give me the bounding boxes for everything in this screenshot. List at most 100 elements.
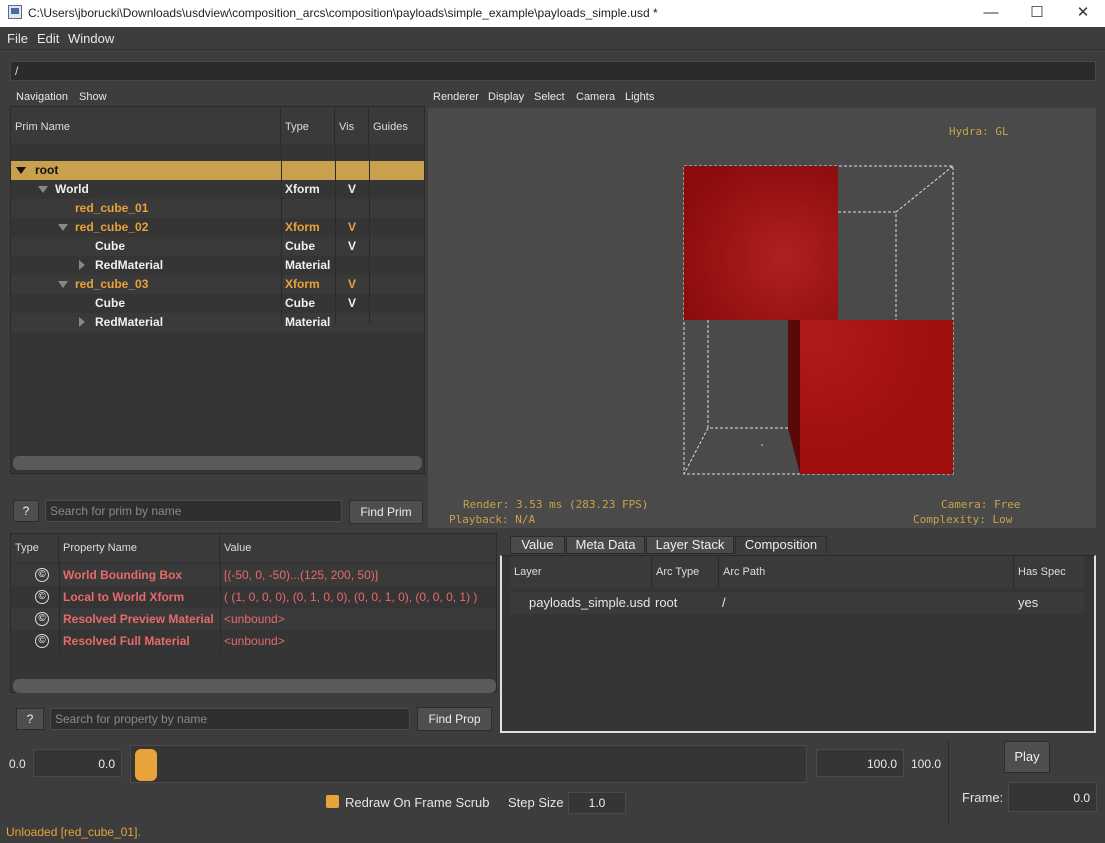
prim-vis[interactable]: V	[348, 182, 356, 196]
hud-playback: Playback: N/A	[449, 513, 536, 526]
timeline-bar: 0.0 0.0 100.0 100.0 Play Redraw On Frame…	[0, 740, 1105, 824]
column-vis[interactable]: Vis	[335, 107, 369, 144]
property-row[interactable]: © Resolved Preview Material <unbound>	[11, 608, 496, 630]
tab-value[interactable]: Value	[510, 536, 565, 554]
column-arc-type[interactable]: Arc Type	[652, 556, 719, 588]
menu-display[interactable]: Display	[488, 91, 524, 103]
menu-bar: File Edit Window	[0, 27, 1105, 50]
property-name: World Bounding Box	[63, 568, 183, 582]
property-help-button[interactable]: ?	[16, 708, 44, 730]
prim-name: Cube	[95, 239, 125, 253]
prim-name: red_cube_02	[75, 220, 149, 234]
composition-table[interactable]: Layer Arc Type Arc Path Has Spec payload…	[500, 555, 1096, 733]
tree-row-red-cube-03[interactable]: red_cube_03 Xform V	[11, 275, 424, 294]
tree-row-red-material[interactable]: RedMaterial Material	[11, 313, 424, 332]
prim-name: RedMaterial	[95, 258, 164, 272]
collapse-icon[interactable]	[58, 224, 68, 231]
menu-select[interactable]: Select	[534, 91, 565, 103]
find-prim-button[interactable]: Find Prim	[349, 500, 423, 524]
cube-shape	[800, 320, 953, 474]
property-table[interactable]: Type Property Name Value © World Boundin…	[10, 533, 497, 693]
menu-lights[interactable]: Lights	[625, 91, 654, 103]
tree-row-red-cube-01[interactable]: red_cube_01	[11, 199, 424, 218]
start-frame-label: 0.0	[9, 757, 26, 771]
prim-path-field[interactable]: /	[10, 61, 1096, 81]
horizontal-scrollbar[interactable]	[13, 456, 422, 470]
step-size-field[interactable]: 1.0	[568, 792, 626, 814]
collapse-icon[interactable]	[58, 281, 68, 288]
column-type[interactable]: Type	[281, 107, 335, 144]
expand-icon[interactable]	[79, 317, 85, 327]
property-search-input[interactable]: Search for property by name	[50, 708, 410, 730]
prim-vis[interactable]: V	[348, 277, 356, 291]
close-button[interactable]: ✕	[1060, 0, 1105, 27]
column-divider	[369, 144, 370, 324]
column-has-spec[interactable]: Has Spec	[1014, 556, 1084, 588]
computed-icon: ©	[35, 634, 49, 648]
menu-renderer[interactable]: Renderer	[433, 91, 479, 103]
tab-meta-data[interactable]: Meta Data	[566, 536, 645, 554]
find-prop-button[interactable]: Find Prop	[417, 707, 492, 731]
menu-file[interactable]: File	[7, 31, 28, 46]
column-guides[interactable]: Guides	[369, 107, 424, 144]
redraw-checkbox[interactable]	[326, 795, 339, 808]
property-row[interactable]: © Local to World Xform ( (1, 0, 0, 0), (…	[11, 586, 496, 608]
menu-edit[interactable]: Edit	[37, 31, 59, 46]
prim-help-button[interactable]: ?	[13, 500, 39, 522]
end-frame-field[interactable]: 100.0	[816, 749, 904, 777]
property-row[interactable]: © Resolved Full Material <unbound>	[11, 630, 496, 652]
frame-field[interactable]: 0.0	[1008, 782, 1097, 812]
frame-slider[interactable]	[130, 745, 807, 783]
tree-row-red-material[interactable]: RedMaterial Material	[11, 256, 424, 275]
prim-name: root	[35, 163, 59, 177]
column-type[interactable]: Type	[11, 534, 59, 562]
prim-name: World	[55, 182, 89, 196]
frame-label: Frame:	[962, 790, 1004, 805]
prim-vis[interactable]: V	[348, 296, 356, 310]
redraw-label: Redraw On Frame Scrub	[345, 795, 490, 810]
prim-tree[interactable]: Prim Name Type Vis Guides root World Xfo…	[10, 106, 425, 474]
tree-row-cube[interactable]: Cube Cube V	[11, 237, 424, 256]
property-panel: Type Property Name Value © World Boundin…	[10, 533, 497, 738]
tree-row-cube[interactable]: Cube Cube V	[11, 294, 424, 313]
tab-layer-stack[interactable]: Layer Stack	[646, 536, 734, 554]
menu-window[interactable]: Window	[68, 31, 114, 46]
column-layer[interactable]: Layer	[510, 556, 652, 588]
menu-camera[interactable]: Camera	[576, 91, 615, 103]
column-divider	[335, 144, 336, 324]
composition-row[interactable]: payloads_simple.usd root / yes	[510, 592, 1084, 614]
property-name: Resolved Full Material	[63, 634, 190, 648]
property-name: Resolved Preview Material	[63, 612, 214, 626]
column-property-name[interactable]: Property Name	[59, 534, 220, 562]
computed-icon: ©	[35, 590, 49, 604]
prim-vis[interactable]: V	[348, 239, 356, 253]
column-prim-name[interactable]: Prim Name	[11, 107, 281, 144]
minimize-button[interactable]: —	[968, 0, 1014, 27]
prim-search-input[interactable]: Search for prim by name	[45, 500, 342, 522]
tree-row-root[interactable]: root	[11, 161, 424, 180]
3d-viewport[interactable]: Hydra: GL Render: 3.53 ms (283.23 FPS) P…	[428, 108, 1096, 528]
play-button[interactable]: Play	[1004, 741, 1050, 773]
start-frame-field[interactable]: 0.0	[33, 749, 122, 777]
prim-type: Cube	[285, 239, 315, 253]
column-value[interactable]: Value	[220, 534, 496, 562]
prim-name: red_cube_03	[75, 277, 149, 291]
property-row[interactable]: © World Bounding Box [(-50, 0, -50)...(1…	[11, 564, 496, 586]
tree-row-red-cube-02[interactable]: red_cube_02 Xform V	[11, 218, 424, 237]
expand-icon[interactable]	[79, 260, 85, 270]
collapse-icon[interactable]	[38, 186, 48, 193]
menu-show[interactable]: Show	[79, 91, 107, 103]
scene-render	[683, 165, 954, 475]
menu-navigation[interactable]: Navigation	[16, 91, 68, 103]
slider-handle[interactable]	[135, 749, 157, 781]
prim-vis[interactable]: V	[348, 220, 356, 234]
column-arc-path[interactable]: Arc Path	[719, 556, 1014, 588]
horizontal-scrollbar[interactable]	[13, 679, 496, 693]
prim-type: Material	[285, 258, 331, 272]
collapse-icon[interactable]	[16, 167, 26, 174]
tab-composition[interactable]: Composition	[735, 536, 827, 554]
tree-row-world[interactable]: World Xform V	[11, 180, 424, 199]
maximize-button[interactable]: ☐	[1014, 0, 1060, 27]
column-divider	[59, 562, 60, 652]
viewport-panel: Renderer Display Select Camera Lights Hy…	[428, 88, 1096, 528]
